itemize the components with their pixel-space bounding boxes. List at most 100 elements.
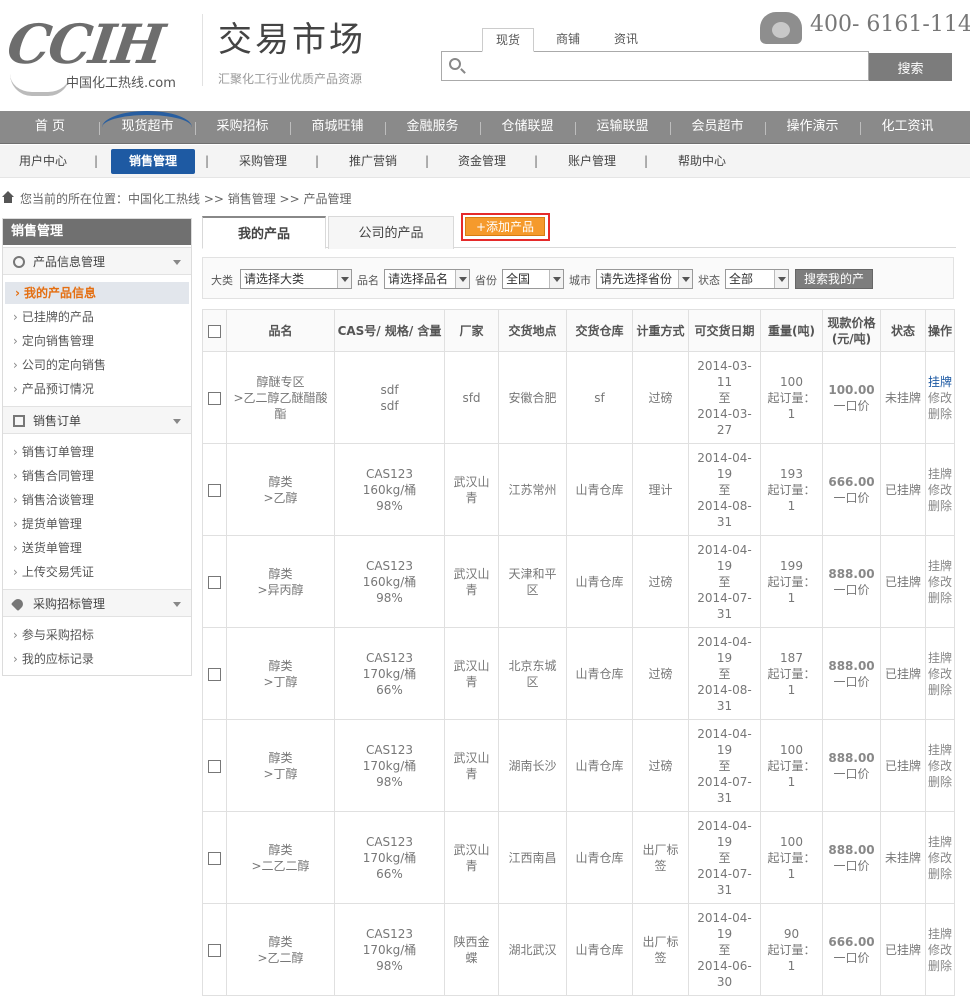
cell-cas: CAS123 160kg/桶 98%: [334, 535, 445, 628]
sidebar-item-join-procurement[interactable]: › 参与采购招标: [3, 624, 189, 646]
status-select[interactable]: 全部: [725, 269, 789, 289]
category-select[interactable]: 请选择大类: [240, 269, 352, 289]
sidebar-item-delivery-orders[interactable]: › 送货单管理: [3, 537, 189, 559]
delete-button[interactable]: 删除: [928, 866, 952, 882]
breadcrumb-text: 您当前的所在位置：中国化工热线 >> 销售管理 >> 产品管理: [20, 192, 352, 206]
province-select[interactable]: 全国: [502, 269, 564, 289]
edit-button[interactable]: 修改: [928, 574, 952, 590]
list-button[interactable]: 挂牌: [928, 466, 952, 482]
search-my-products-button[interactable]: 搜索我的产: [795, 269, 873, 289]
tab-my-products[interactable]: 我的产品: [202, 216, 326, 249]
add-product-button[interactable]: +添加产品: [465, 217, 545, 236]
search-button[interactable]: 搜索: [869, 53, 952, 81]
chevron-down-icon: [173, 602, 181, 607]
main-nav-warehouse[interactable]: 仓储联盟: [480, 111, 575, 144]
row-checkbox[interactable]: [208, 575, 221, 589]
row-checkbox[interactable]: [208, 391, 221, 405]
cell-maker: 武汉山 青: [444, 719, 499, 812]
sidebar-item-company-targeted-sales[interactable]: › 公司的定向销售: [3, 354, 189, 376]
sidebar-item-product-reservations[interactable]: › 产品预订情况: [3, 378, 189, 400]
sidebar-item-upload-receipts[interactable]: › 上传交易凭证: [3, 561, 189, 583]
delete-button[interactable]: 删除: [928, 498, 952, 514]
cell-date: 2014-04- 19 至 2014-07- 31: [688, 811, 761, 904]
main-nav-home[interactable]: 首 页: [0, 111, 100, 144]
search-tab-spot[interactable]: 现货: [482, 28, 534, 52]
delete-button[interactable]: 删除: [928, 682, 952, 698]
select-all-checkbox[interactable]: [208, 324, 221, 338]
row-checkbox[interactable]: [208, 483, 221, 497]
cell-date: 2014-04- 19 至 2014-08- 31: [688, 443, 761, 536]
status-badge: 已挂牌: [880, 627, 926, 720]
filter-label-product: 品名: [357, 274, 379, 287]
search-input[interactable]: [470, 56, 860, 76]
main-nav-procurement[interactable]: 采购招标: [195, 111, 290, 144]
city-select[interactable]: 请先选择省份: [596, 269, 693, 289]
main-nav-transport[interactable]: 运输联盟: [575, 111, 670, 144]
edit-button[interactable]: 修改: [928, 666, 952, 682]
search-tab-news[interactable]: 资讯: [606, 28, 646, 52]
delete-button[interactable]: 删除: [928, 406, 952, 422]
sidebar-item-pickup-orders[interactable]: › 提货单管理: [3, 513, 189, 535]
sidebar-item-sales-orders[interactable]: › 销售订单管理: [3, 441, 189, 463]
main-nav-news[interactable]: 化工资讯: [860, 111, 955, 144]
cell-ops: 挂牌 修改 删除: [925, 627, 955, 720]
cell-ops: 挂牌 修改 删除: [925, 351, 955, 444]
main-nav-spot[interactable]: 现货超市: [100, 111, 195, 144]
sidebar-group-sales-orders[interactable]: 销售订单: [3, 406, 191, 434]
list-button[interactable]: 挂牌: [928, 742, 952, 758]
main-nav-member[interactable]: 会员超市: [670, 111, 765, 144]
main-nav-finance[interactable]: 金融服务: [385, 111, 480, 144]
edit-button[interactable]: 修改: [928, 482, 952, 498]
price-type: 一口价: [833, 858, 870, 873]
price-value: 100.00: [828, 382, 875, 397]
delete-button[interactable]: 删除: [928, 590, 952, 606]
price-value: 888.00: [828, 566, 875, 581]
main-nav-shops[interactable]: 商城旺铺: [290, 111, 385, 144]
row-checkbox[interactable]: [208, 759, 221, 773]
edit-button[interactable]: 修改: [928, 390, 952, 406]
sub-nav-help[interactable]: 帮助中心: [667, 145, 737, 177]
cell-name: 醇类 >二乙二醇: [226, 811, 335, 904]
list-button[interactable]: 挂牌: [928, 926, 952, 942]
sub-nav-purchase[interactable]: 采购管理: [228, 145, 298, 177]
tab-company-products[interactable]: 公司的产品: [328, 216, 454, 249]
cell-weight: 100 起订量： 1: [760, 719, 823, 812]
sub-nav-user-center[interactable]: 用户中心: [10, 145, 76, 177]
row-checkbox[interactable]: [208, 851, 221, 865]
delete-button[interactable]: 删除: [928, 958, 952, 974]
edit-button[interactable]: 修改: [928, 758, 952, 774]
col-header-cas: CAS号/ 规格/ 含量: [334, 309, 445, 352]
cell-weight: 187 起订量： 1: [760, 627, 823, 720]
edit-button[interactable]: 修改: [928, 850, 952, 866]
main-nav-demo[interactable]: 操作演示: [765, 111, 860, 144]
list-button[interactable]: 挂牌: [928, 558, 952, 574]
edit-button[interactable]: 修改: [928, 942, 952, 958]
list-button[interactable]: 挂牌: [928, 650, 952, 666]
row-checkbox[interactable]: [208, 667, 221, 681]
sidebar-item-sales-negotiations[interactable]: › 销售洽谈管理: [3, 489, 189, 511]
cell-weight: 100 起订量： 1: [760, 811, 823, 904]
sidebar-group-procurement[interactable]: 采购招标管理: [3, 589, 191, 617]
col-header-price: 现款价格(元/吨): [822, 309, 881, 352]
chevron-down-icon: [173, 419, 181, 424]
table-row: 醇醚专区 >乙二醇乙醚醋酸酯 sdf sdf sfd 安徽合肥 sf 过磅 2014-03-…: [202, 351, 955, 444]
sidebar-item-sales-contracts[interactable]: › 销售合同管理: [3, 465, 189, 487]
cell-maker: 武汉山 青: [444, 443, 499, 536]
sub-nav-account[interactable]: 账户管理: [557, 145, 627, 177]
sidebar-group-product-info[interactable]: 产品信息管理: [3, 247, 191, 275]
sidebar-item-targeted-sales[interactable]: › 定向销售管理: [3, 330, 189, 352]
row-checkbox[interactable]: [208, 943, 221, 957]
list-button[interactable]: 挂牌: [928, 374, 952, 390]
search-tab-shop[interactable]: 商铺: [548, 28, 588, 52]
site-logo[interactable]: CCIH 中国化工热线.com: [4, 12, 193, 96]
sub-nav-sales[interactable]: 销售管理: [111, 149, 195, 174]
sidebar-item-bid-records[interactable]: › 我的应标记录: [3, 648, 189, 670]
product-select[interactable]: 请选择品名: [384, 269, 470, 289]
sidebar-item-my-products[interactable]: › 我的产品信息: [5, 282, 189, 304]
sub-nav-promotion[interactable]: 推广营销: [338, 145, 408, 177]
delete-button[interactable]: 删除: [928, 774, 952, 790]
table-row: 醇类 >二乙二醇 CAS123 170kg/桶 66% 武汉山 青江西南昌 山青仓库出…: [202, 811, 955, 904]
list-button[interactable]: 挂牌: [928, 834, 952, 850]
sub-nav-funds[interactable]: 资金管理: [447, 145, 517, 177]
sidebar-item-listed-products[interactable]: › 已挂牌的产品: [3, 306, 189, 328]
